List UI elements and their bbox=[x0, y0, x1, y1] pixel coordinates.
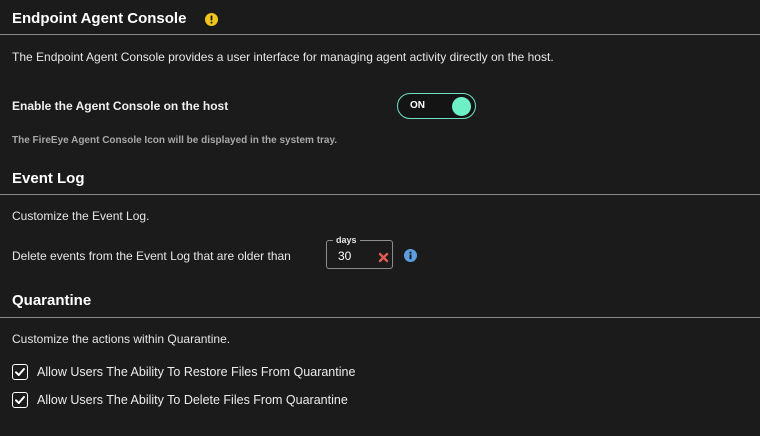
delete-files-option[interactable]: Allow Users The Ability To Delete Files … bbox=[12, 391, 348, 409]
agent-console-title: Endpoint Agent Console bbox=[12, 10, 187, 27]
info-icon[interactable] bbox=[404, 249, 417, 262]
enable-console-toggle[interactable]: ON bbox=[397, 93, 476, 119]
settings-page: Endpoint Agent Console The Endpoint Agen… bbox=[0, 0, 760, 436]
clear-x-icon[interactable] bbox=[378, 250, 389, 263]
enable-console-label: Enable the Agent Console on the host bbox=[12, 99, 229, 113]
system-tray-note: The FireEye Agent Console Icon will be d… bbox=[12, 135, 338, 146]
toggle-state-label: ON bbox=[410, 100, 425, 111]
restore-files-checkbox[interactable] bbox=[12, 364, 28, 380]
section-divider bbox=[0, 317, 760, 318]
section-divider bbox=[0, 34, 760, 35]
days-input[interactable] bbox=[338, 248, 368, 264]
agent-console-description: The Endpoint Agent Console provides a us… bbox=[12, 50, 554, 64]
toggle-knob bbox=[452, 97, 471, 116]
delete-files-checkbox[interactable] bbox=[12, 392, 28, 408]
quarantine-description: Customize the actions within Quarantine. bbox=[12, 332, 231, 346]
quarantine-title: Quarantine bbox=[12, 292, 92, 309]
days-caption: days bbox=[333, 235, 360, 246]
event-log-description: Customize the Event Log. bbox=[12, 209, 150, 223]
restore-files-label: Allow Users The Ability To Restore Files… bbox=[37, 365, 356, 379]
warning-icon[interactable] bbox=[205, 13, 218, 26]
section-divider bbox=[0, 194, 760, 195]
restore-files-option[interactable]: Allow Users The Ability To Restore Files… bbox=[12, 363, 355, 381]
event-log-title: Event Log bbox=[12, 170, 85, 187]
delete-events-label: Delete events from the Event Log that ar… bbox=[12, 249, 291, 263]
delete-files-label: Allow Users The Ability To Delete Files … bbox=[37, 393, 348, 407]
